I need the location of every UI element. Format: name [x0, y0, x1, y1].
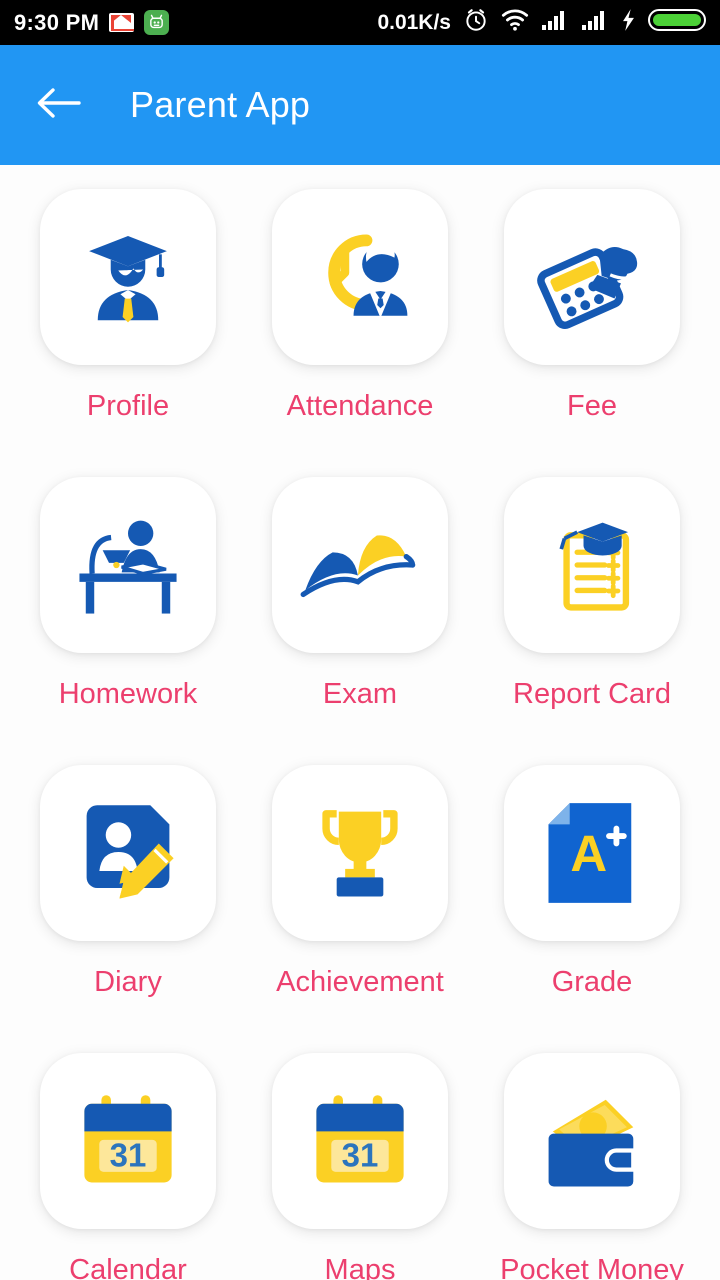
grid-item-fee[interactable]: Fee	[476, 189, 708, 477]
tile-label: Profile	[86, 390, 170, 422]
grid-item-homework[interactable]: Homework	[12, 477, 244, 765]
tile-homework[interactable]	[40, 477, 216, 653]
green-app-icon	[144, 10, 170, 35]
status-clock: 9:30 PM	[14, 9, 100, 35]
tile-profile[interactable]	[40, 189, 216, 365]
network-speed-text: 0.01K/s	[377, 10, 451, 34]
tile-label: Grade	[551, 966, 633, 998]
grid-item-grade[interactable]: A Grade	[476, 765, 708, 1053]
tile-label: Diary	[94, 966, 162, 998]
tile-pocket-money[interactable]	[504, 1053, 680, 1229]
status-bar: 9:30 PM 0.01K/s	[0, 0, 720, 45]
tile-attendance[interactable]	[272, 189, 448, 365]
desk-lamp-study-icon	[71, 513, 185, 617]
calculator-hand-icon	[533, 223, 651, 331]
tile-maps[interactable]: 31	[272, 1053, 448, 1229]
tile-report-card[interactable]	[504, 477, 680, 653]
battery-icon	[648, 7, 706, 38]
report-document-cap-icon	[539, 512, 645, 618]
charging-bolt-icon	[621, 8, 636, 37]
status-bar-left: 9:30 PM	[14, 9, 170, 36]
signal-icon-1	[541, 9, 569, 36]
svg-text:A: A	[570, 825, 607, 882]
grid-item-maps[interactable]: 31 Maps	[244, 1053, 476, 1280]
page-title: Parent App	[130, 84, 311, 125]
gmail-icon	[109, 13, 135, 32]
graduate-student-icon	[74, 223, 182, 331]
svg-text:31: 31	[110, 1137, 147, 1174]
tile-calendar[interactable]: 31	[40, 1053, 216, 1229]
calendar-31-icon: 31	[78, 1093, 178, 1189]
tile-label: Report Card	[513, 678, 671, 710]
tile-label: Maps	[324, 1254, 396, 1280]
a-plus-document-icon: A	[546, 801, 638, 905]
app-bar: Parent App	[0, 45, 720, 165]
grid-item-diary[interactable]: Diary	[12, 765, 244, 1053]
grid-item-calendar[interactable]: 31 Calendar	[12, 1053, 244, 1280]
tile-label: Calendar	[69, 1254, 187, 1280]
svg-text:31: 31	[342, 1137, 379, 1174]
wallet-money-icon	[538, 1091, 646, 1191]
signal-icon-2	[581, 9, 609, 36]
open-book-icon	[299, 515, 421, 615]
tile-label: Pocket Money	[500, 1254, 684, 1280]
grid-item-pocket-money[interactable]: Pocket Money	[476, 1053, 708, 1280]
tile-label: Exam	[322, 678, 398, 710]
grid-item-report-card[interactable]: Report Card	[476, 477, 708, 765]
tile-label: Attendance	[286, 390, 434, 422]
tile-achievement[interactable]	[272, 765, 448, 941]
trophy-icon	[307, 803, 413, 903]
tile-fee[interactable]	[504, 189, 680, 365]
back-arrow-icon	[35, 85, 81, 126]
tile-label: Achievement	[276, 966, 444, 998]
grid-item-achievement[interactable]: Achievement	[244, 765, 476, 1053]
alarm-icon	[463, 7, 489, 38]
calendar-31-icon: 31	[310, 1093, 410, 1189]
status-bar-right: 0.01K/s	[377, 7, 706, 38]
clock-person-icon	[304, 223, 416, 331]
wifi-icon	[501, 8, 529, 37]
back-button[interactable]	[30, 77, 86, 133]
contact-card-pencil-icon	[76, 801, 180, 905]
tile-label: Homework	[58, 678, 198, 710]
grid-item-profile[interactable]: Profile	[12, 189, 244, 477]
tile-label: Fee	[567, 390, 617, 422]
app-shortcut-grid: Profile Attendance Fee Homework Exam Rep…	[0, 165, 720, 1280]
tile-diary[interactable]	[40, 765, 216, 941]
grid-item-attendance[interactable]: Attendance	[244, 189, 476, 477]
tile-grade[interactable]: A	[504, 765, 680, 941]
grid-item-exam[interactable]: Exam	[244, 477, 476, 765]
tile-exam[interactable]	[272, 477, 448, 653]
